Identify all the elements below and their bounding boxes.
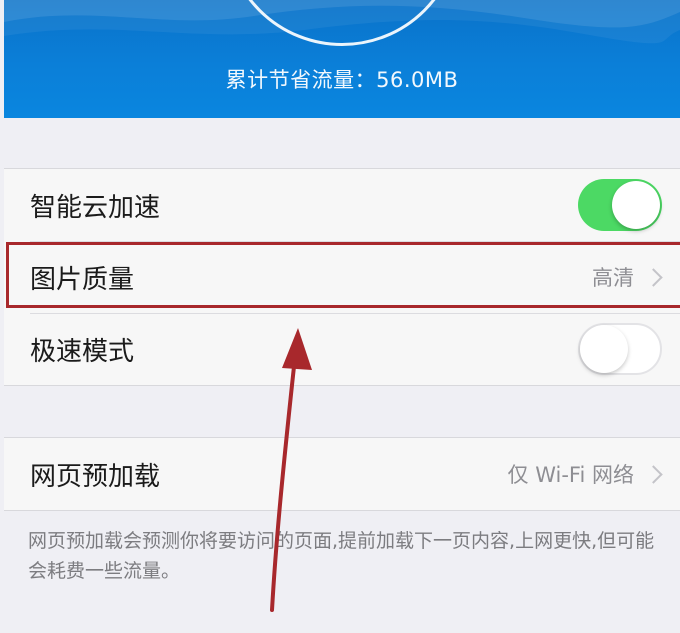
smart-cloud-toggle[interactable]: [578, 179, 662, 231]
web-preload-value: 仅 Wi-Fi 网络: [507, 463, 634, 487]
row-web-preload[interactable]: 网页预加载 仅 Wi-Fi 网络: [4, 438, 680, 510]
row-smart-cloud-acceleration: 智能云加速: [4, 169, 680, 241]
fast-mode-label: 极速模式: [30, 336, 135, 367]
chevron-right-icon: [644, 464, 663, 484]
acceleration-group: 智能云加速 图片质量 高清 极速模式: [4, 168, 680, 386]
preload-description: 网页预加载会预测你将要访问的页面,提前加载下一页内容,上网更快,但可能会耗费一些…: [28, 530, 655, 582]
toggle-knob: [612, 181, 660, 229]
toggle-knob: [580, 325, 628, 373]
preload-group: 网页预加载 仅 Wi-Fi 网络: [4, 437, 680, 511]
row-fast-mode: 极速模式: [4, 313, 680, 385]
settings-screen: 累计节省流量：56.0MB 智能云加速 图片质量 高清 极速模式 网页预加载 仅…: [0, 0, 680, 633]
smart-cloud-label: 智能云加速: [30, 192, 161, 223]
data-saving-header: 累计节省流量：56.0MB: [4, 0, 680, 118]
chevron-right-icon: [644, 267, 663, 287]
image-quality-value: 高清: [592, 266, 634, 290]
row-image-quality[interactable]: 图片质量 高清: [4, 241, 680, 313]
image-quality-label: 图片质量: [30, 264, 135, 295]
web-preload-label: 网页预加载: [30, 461, 161, 492]
total-saved-traffic: 累计节省流量：56.0MB: [225, 68, 459, 92]
fast-mode-toggle[interactable]: [578, 323, 662, 375]
